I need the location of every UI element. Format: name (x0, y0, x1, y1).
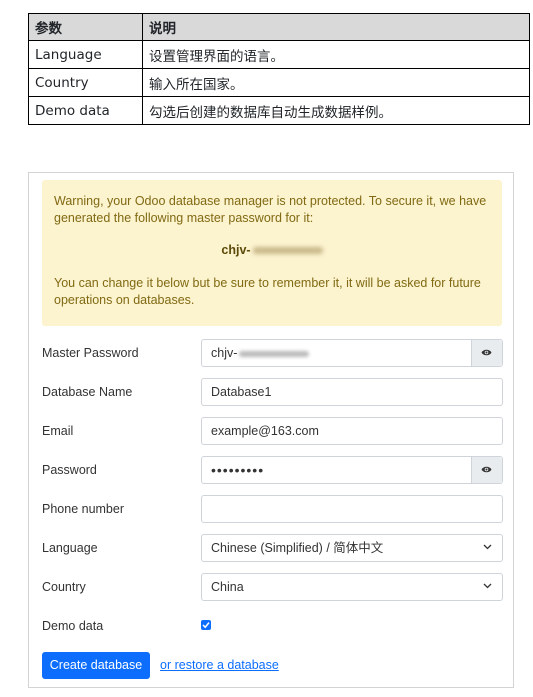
database-name-input[interactable]: Database1 (201, 378, 503, 406)
chevron-down-icon (483, 583, 492, 589)
country-value: China (211, 580, 244, 594)
language-label: Language (42, 541, 98, 555)
database-name-value: Database1 (211, 385, 272, 399)
country-select[interactable]: China (201, 573, 503, 601)
language-select[interactable]: Chinese (Simplified) / 简体中文 (201, 534, 503, 562)
alert-note-text: You can change it below but be sure to r… (54, 276, 481, 307)
table-header-desc: 说明 (142, 13, 530, 41)
email-field[interactable]: example@163.com (201, 417, 503, 445)
master-password-value: chjv- (211, 346, 238, 360)
language-row: Language Chinese (Simplified) / 简体中文 (42, 534, 503, 562)
email-value: example@163.com (211, 424, 319, 438)
table-cell: Country (28, 68, 143, 97)
table-cell: Demo data (28, 96, 143, 125)
table-row: Demo data 勾选后创建的数据库自动生成数据样例。 (28, 96, 530, 125)
blurred-password-mask (239, 350, 310, 357)
table-header-row: 参数 说明 (28, 13, 530, 41)
language-value: Chinese (Simplified) / 简体中文 (211, 541, 384, 555)
table-row: Language 设置管理界面的语言。 (28, 40, 530, 69)
email-row: Email example@163.com (42, 417, 503, 445)
master-password-row: Master Password chjv- (42, 339, 503, 367)
chevron-down-icon (483, 544, 492, 550)
demo-data-checkbox[interactable] (201, 620, 211, 630)
create-database-button[interactable]: Create database (42, 652, 150, 679)
email-label: Email (42, 424, 74, 438)
phone-row: Phone number (42, 495, 503, 523)
country-label: Country (42, 580, 86, 594)
alert-master-password: chjv- (42, 242, 502, 259)
database-name-label: Database Name (42, 385, 133, 399)
password-value: ••••••••• (211, 462, 265, 478)
checkmark-icon (202, 622, 210, 629)
password-row: Password ••••••••• (42, 456, 503, 484)
show-password-button[interactable] (471, 340, 502, 366)
phone-field[interactable] (201, 495, 503, 523)
master-password-field[interactable]: chjv- (201, 339, 503, 367)
master-password-label: Master Password (42, 346, 139, 360)
restore-database-link[interactable]: or restore a database (160, 652, 279, 679)
password-field[interactable]: ••••••••• (201, 456, 503, 484)
alert-password-text: chjv- (221, 243, 251, 257)
eye-icon (481, 466, 492, 473)
password-label: Password (42, 463, 97, 477)
table-cell: 设置管理界面的语言。 (142, 40, 530, 69)
table-header-param: 参数 (28, 13, 143, 41)
eye-icon (481, 349, 492, 356)
alert-warning-text: Warning, your Odoo database manager is n… (54, 194, 487, 225)
show-password-button[interactable] (471, 457, 502, 483)
database-name-row: Database Name Database1 (42, 378, 503, 406)
phone-label: Phone number (42, 502, 125, 516)
warning-alert: Warning, your Odoo database manager is n… (42, 180, 502, 326)
demo-data-row: Demo data (42, 612, 502, 640)
parameter-table: 参数 说明 Language 设置管理界面的语言。 Country 输入所在国家… (28, 13, 530, 125)
table-cell: Language (28, 40, 143, 69)
table-row: Country 输入所在国家。 (28, 68, 530, 97)
blurred-password-mask (252, 247, 323, 255)
demo-data-label: Demo data (42, 619, 104, 633)
table-cell: 勾选后创建的数据库自动生成数据样例。 (142, 96, 530, 125)
country-row: Country China (42, 573, 503, 601)
create-database-form: Warning, your Odoo database manager is n… (28, 172, 514, 688)
table-cell: 输入所在国家。 (142, 68, 530, 97)
